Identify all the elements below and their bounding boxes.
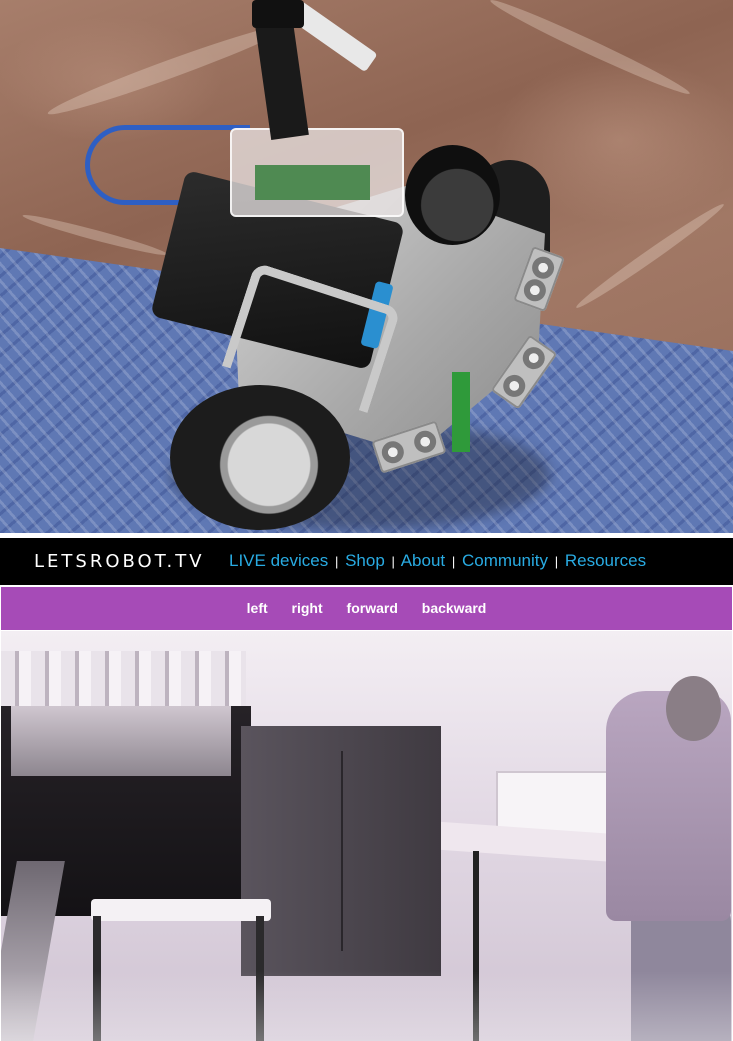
backward-button[interactable]: backward bbox=[422, 600, 487, 616]
left-button[interactable]: left bbox=[247, 600, 268, 616]
camera-module bbox=[252, 0, 304, 28]
nav-separator: | bbox=[334, 554, 339, 569]
right-button[interactable]: right bbox=[292, 600, 323, 616]
nav-separator: | bbox=[451, 554, 456, 569]
nav-shop[interactable]: Shop bbox=[345, 551, 385, 570]
nav-separator: | bbox=[554, 554, 559, 569]
left-wheel bbox=[170, 385, 350, 530]
robot-control-bar: left right forward backward bbox=[1, 587, 732, 630]
site-logo[interactable]: LETSROBOT.TV bbox=[34, 551, 205, 572]
nav-separator: | bbox=[391, 554, 395, 569]
control-buttons: left right forward backward bbox=[1, 600, 732, 616]
nav-live-devices[interactable]: LIVE devices bbox=[229, 551, 328, 570]
robot-photo bbox=[0, 0, 733, 533]
page: LETSROBOT.TV LIVE devices | Shop | About… bbox=[0, 0, 733, 1041]
nav-community[interactable]: Community bbox=[462, 551, 548, 570]
nav-about[interactable]: About bbox=[401, 551, 445, 570]
speaker bbox=[405, 145, 500, 245]
main-nav: LIVE devices | Shop | About | Community … bbox=[229, 551, 646, 571]
site-header: LETSROBOT.TV LIVE devices | Shop | About… bbox=[0, 538, 733, 585]
robot-camera-feed bbox=[1, 631, 732, 1041]
forward-button[interactable]: forward bbox=[347, 600, 398, 616]
nav-resources[interactable]: Resources bbox=[565, 551, 646, 570]
